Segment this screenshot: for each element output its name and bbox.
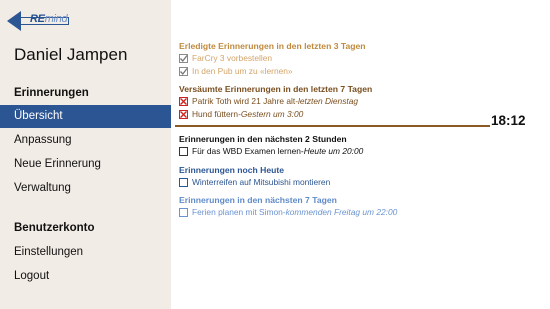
reminder-when: letzten Dienstag [297,96,359,106]
checkbox-open[interactable] [179,178,188,187]
remind-logo[interactable]: REmind [7,9,71,33]
reminder-text: In den Pub um zu «lernen» [192,66,293,76]
section-heading-erinnerungen: Erinnerungen [14,87,89,99]
reminder-when: kommenden Freitag um 22:00 [285,207,398,217]
checkbox-checked[interactable] [179,54,188,63]
reminder-text: Patrik Toth wird 21 Jahre alt [192,96,296,106]
group-title-next-7-days: Erinnerungen in den nächsten 7 Tagen [179,195,337,205]
reminder-item: In den Pub um zu «lernen» [179,65,366,78]
reminder-item: Winterreifen auf Mitsubishi montieren [179,176,330,189]
checkbox-open[interactable] [179,208,188,217]
reminder-when: Heute um 20:00 [303,146,364,156]
group-title-next-2h: Erinnerungen in den nächsten 2 Stunden [179,134,347,144]
group-next-7-days: Erinnerungen in den nächsten 7 Tagen Fer… [179,195,397,219]
reminder-item: Patrik Toth wird 21 Jahre alt - letzten … [179,95,372,108]
sidebar-item-einstellungen[interactable]: Einstellungen [0,241,171,264]
cross-icon [180,111,187,118]
group-today: Erinnerungen noch Heute Winterreifen auf… [179,165,330,189]
group-missed: Versäumte Erinnerungen in den letzten 7 … [179,84,372,121]
user-name: Daniel Jampen [14,45,128,64]
reminder-item: Hund füttern - Gestern um 3:00 [179,108,372,121]
checkbox-missed[interactable] [179,97,188,106]
reminder-when: Gestern um 3:00 [240,109,304,119]
logo-text: REmind [30,13,68,25]
group-title-today: Erinnerungen noch Heute [179,165,285,175]
reminder-text: FarCry 3 vorbestellen [192,53,273,63]
check-icon [180,68,188,76]
group-title-missed: Versäumte Erinnerungen in den letzten 7 … [179,84,373,94]
sidebar-item-anpassung[interactable]: Anpassung [0,129,171,152]
reminder-item: Für das WBD Examen lernen - Heute um 20:… [179,145,363,158]
checkbox-missed[interactable] [179,110,188,119]
group-title-done: Erledigte Erinnerungen in den letzten 3 … [179,41,366,51]
reminder-text: Winterreifen auf Mitsubishi montieren [192,177,331,187]
section-heading-benutzerkonto: Benutzerkonto [14,222,95,234]
sidebar-item-logout[interactable]: Logout [0,265,171,288]
sidebar: REmind Daniel Jampen Erinnerungen Übersi… [0,0,171,309]
sidebar-item-verwaltung[interactable]: Verwaltung [0,177,171,200]
check-icon [180,55,188,63]
reminder-text: Ferien planen mit Simon [192,207,283,217]
timeline-divider [175,125,490,127]
cross-icon [180,98,187,105]
sidebar-item-neue-erinnerung[interactable]: Neue Erinnerung [0,153,171,176]
main-content: Erledigte Erinnerungen in den letzten 3 … [171,0,550,309]
reminder-text: Für das WBD Examen lernen [192,146,301,156]
sidebar-item-uebersicht[interactable]: Übersicht [0,105,171,128]
reminder-item: FarCry 3 vorbestellen [179,52,366,65]
checkbox-checked[interactable] [179,67,188,76]
checkbox-open[interactable] [179,147,188,156]
reminder-item: Ferien planen mit Simon - kommenden Frei… [179,206,397,219]
reminder-text: Hund füttern [192,109,239,119]
current-time: 18:12 [491,113,526,128]
group-next-2h: Erinnerungen in den nächsten 2 Stunden F… [179,134,363,158]
group-done: Erledigte Erinnerungen in den letzten 3 … [179,41,366,78]
